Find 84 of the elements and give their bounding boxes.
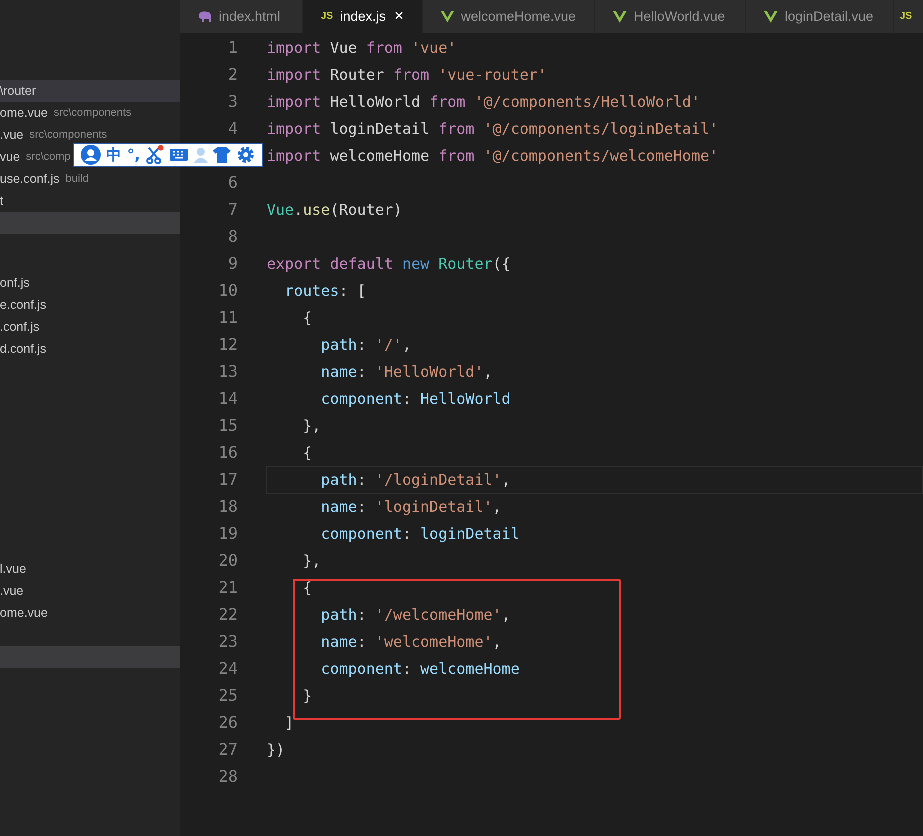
line-number: 18 (218, 497, 238, 516)
shirt-icon[interactable] (213, 147, 232, 163)
js-icon: JS (900, 11, 912, 22)
ime-button[interactable]: °, (127, 146, 140, 164)
code-line: routes: [ (284, 282, 366, 300)
line-number: 23 (218, 632, 238, 651)
code-line: { (302, 444, 312, 462)
file-item[interactable]: use.conf.js build (0, 168, 180, 190)
code-line: export default new Router({ (267, 254, 511, 272)
close-icon[interactable]: × (394, 8, 404, 26)
file-item[interactable]: \router (0, 80, 180, 102)
file-item[interactable]: d.conf.js (0, 338, 180, 360)
editor-tab[interactable]: welcomeHome.vue (423, 0, 595, 33)
line-number: 3 (228, 92, 238, 111)
line-number: 16 (218, 443, 238, 462)
file-item[interactable]: onf.js (0, 272, 180, 294)
code-line: { (302, 308, 312, 326)
code-line: import Router from 'vue-router' (267, 66, 547, 84)
file-item[interactable]: t (0, 190, 180, 212)
settings-icon[interactable] (237, 146, 256, 164)
file-item[interactable]: ome.vue src\components (0, 102, 180, 124)
code-line: }) (267, 740, 286, 758)
file-item[interactable]: .conf.js (0, 316, 180, 338)
code-line: import HelloWorld from '@/components/HelloWorld' (267, 92, 700, 110)
code-line: name: 'loginDetail', (320, 498, 502, 516)
vue-icon (613, 10, 627, 22)
ime-button[interactable]: 中 (106, 146, 122, 164)
user-icon[interactable] (80, 145, 101, 165)
file-item[interactable]: .vue src\components (0, 124, 180, 146)
line-number: 20 (218, 551, 238, 570)
code-line: component: HelloWorld (320, 390, 511, 408)
line-number: 11 (218, 308, 238, 327)
editor-tab[interactable]: loginDetail.vue (746, 0, 894, 33)
editor-tab[interactable]: HelloWorld.vue (595, 0, 746, 33)
line-number: 13 (218, 362, 238, 381)
vue-icon (441, 10, 454, 22)
editor-tab[interactable]: index.html (180, 0, 303, 33)
line-number: 12 (218, 335, 238, 354)
line-number: 26 (218, 713, 238, 732)
scissors-icon[interactable] (146, 145, 164, 165)
line-number: 19 (218, 524, 238, 543)
code-line: path: '/', (320, 336, 412, 354)
code-line: name: 'HelloWorld', (320, 362, 493, 380)
line-number: 2 (228, 65, 238, 84)
line-number: 1 (228, 38, 238, 57)
line-number: 15 (218, 416, 238, 435)
code-line: ] (284, 714, 294, 732)
line-number: 27 (218, 740, 238, 759)
vue-icon (764, 10, 778, 22)
code-line: import loginDetail from '@/components/loginDetail' (267, 120, 719, 138)
line-number: 17 (218, 470, 238, 489)
js-icon: JS (321, 11, 334, 22)
code-line: import welcomeHome from '@/components/welcomeHome' (267, 146, 719, 164)
code-line: path: '/welcomeHome', (320, 606, 511, 624)
line-number: 9 (228, 254, 238, 273)
line-number: 10 (218, 281, 238, 300)
line-number: 24 (218, 659, 238, 678)
code-line: import Vue from 'vue' (267, 38, 457, 56)
editor-tab[interactable]: JS (894, 0, 923, 33)
file-item[interactable]: e.conf.js (0, 294, 180, 316)
keyboard-icon[interactable] (170, 148, 188, 162)
code-line: }, (302, 552, 322, 570)
file-item[interactable]: ome.vue (0, 602, 180, 624)
code-line: component: loginDetail (320, 524, 520, 542)
line-number: 22 (218, 605, 238, 624)
code-line: path: '/loginDetail', (320, 470, 511, 488)
code-line: }, (302, 416, 322, 434)
line-number: 8 (228, 227, 238, 246)
editor-tab[interactable]: JS index.js × (303, 0, 423, 33)
line-number: 4 (228, 119, 238, 138)
line-number: 28 (218, 767, 238, 786)
line-number: 25 (218, 686, 238, 705)
line-number: 7 (228, 200, 238, 219)
code-line: name: 'welcomeHome', (320, 632, 502, 650)
code-line: { (302, 578, 312, 596)
line-number: 21 (218, 578, 238, 597)
line-number: 6 (228, 173, 238, 192)
code-line: component: welcomeHome (320, 660, 520, 678)
line-number: 14 (218, 389, 238, 408)
code-line: Vue.use(Router) (267, 200, 402, 218)
file-item[interactable]: .vue (0, 580, 180, 602)
code-line: } (302, 686, 312, 704)
elephant-icon (198, 10, 212, 22)
file-item[interactable]: l.vue (0, 558, 180, 580)
